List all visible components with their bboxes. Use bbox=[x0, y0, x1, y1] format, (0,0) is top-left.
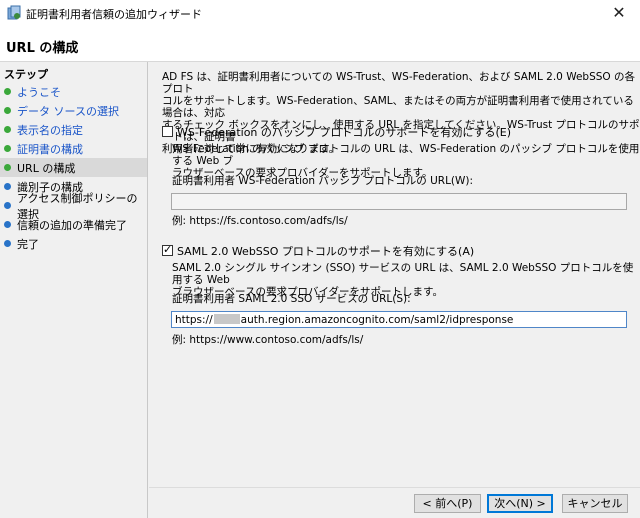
wsfed-enable-checkbox[interactable] bbox=[162, 126, 173, 137]
page-header: URL の構成 bbox=[0, 26, 640, 62]
saml-example: 例: https://www.contoso.com/adfs/ls/ bbox=[172, 334, 364, 346]
step-pending-icon bbox=[4, 221, 11, 228]
wsfed-description: WS-Federation のパッシブ プロトコルの URL は、WS-Fede… bbox=[172, 143, 640, 179]
step-complete-icon bbox=[4, 88, 11, 95]
step-finish: 完了 bbox=[0, 234, 147, 253]
step-ready-to-add: 信頼の追加の準備完了 bbox=[0, 215, 147, 234]
page-title: URL の構成 bbox=[6, 41, 79, 56]
wsfed-enable-label[interactable]: WS-Federation のパッシブ プロトコルのサポートを有効にする(E) bbox=[177, 124, 511, 140]
step-label: データ ソースの選択 bbox=[17, 104, 119, 118]
step-pending-icon bbox=[4, 202, 11, 209]
saml-description-line: SAML 2.0 シングル サインオン (SSO) サービスの URL は、SA… bbox=[172, 262, 634, 286]
wizard-button-bar: < 前へ(P) 次へ(N) > キャンセル bbox=[149, 487, 640, 518]
step-label: 表示名の指定 bbox=[17, 123, 83, 137]
step-label: 証明書の構成 bbox=[17, 142, 83, 156]
redacted-domain bbox=[213, 314, 240, 324]
step-complete-icon bbox=[4, 126, 11, 133]
step-pending-icon bbox=[4, 183, 11, 190]
step-configure-url: URL の構成 bbox=[0, 158, 147, 177]
intro-line: AD FS は、証明書利用者についての WS-Trust、WS-Federati… bbox=[162, 71, 636, 95]
wsfed-description-line: WS-Federation のパッシブ プロトコルの URL は、WS-Fede… bbox=[172, 143, 640, 167]
step-label: 完了 bbox=[17, 237, 39, 251]
step-select-data-source[interactable]: データ ソースの選択 bbox=[0, 101, 147, 120]
wsfed-url-label: 証明書利用者 WS-Federation パッシブ プロトコルの URL(W): bbox=[172, 175, 474, 187]
main-content: AD FS は、証明書利用者についての WS-Trust、WS-Federati… bbox=[149, 62, 640, 487]
close-icon[interactable]: ✕ bbox=[608, 2, 630, 24]
saml-enable-checkbox[interactable] bbox=[162, 243, 173, 256]
step-complete-icon bbox=[4, 107, 11, 114]
step-display-name[interactable]: 表示名の指定 bbox=[0, 120, 147, 139]
wsfed-example: 例: https://fs.contoso.com/adfs/ls/ bbox=[172, 215, 348, 227]
wsfed-url-input[interactable] bbox=[171, 193, 627, 210]
step-label: 信頼の追加の準備完了 bbox=[17, 218, 127, 232]
cancel-button[interactable]: キャンセル bbox=[562, 494, 628, 513]
back-button[interactable]: < 前へ(P) bbox=[414, 494, 481, 513]
steps-panel: ステップ ようこそ データ ソースの選択 表示名の指定 証明書の構成 URL の… bbox=[0, 62, 148, 518]
saml-url-label: 証明書利用者 SAML 2.0 SSO サービスの URL(S): bbox=[172, 293, 411, 305]
adfs-wizard-icon bbox=[7, 5, 21, 20]
steps-heading: ステップ bbox=[4, 68, 48, 81]
title-bar: 証明書利用者信頼の追加ウィザード ✕ bbox=[0, 0, 640, 26]
saml-url-suffix: auth.region.amazoncognito.com/saml2/idpr… bbox=[240, 314, 514, 326]
step-current-icon bbox=[4, 164, 11, 171]
step-configure-certificate[interactable]: 証明書の構成 bbox=[0, 139, 147, 158]
saml-enable-label[interactable]: SAML 2.0 WebSSO プロトコルのサポートを有効にする(A) bbox=[177, 243, 474, 259]
step-pending-icon bbox=[4, 240, 11, 247]
step-welcome[interactable]: ようこそ bbox=[0, 82, 147, 101]
intro-line: コルをサポートします。WS-Federation、SAML、またはその両方が証明… bbox=[162, 95, 634, 119]
saml-url-input[interactable]: https:// auth.region.amazoncognito.com/sa… bbox=[171, 311, 627, 328]
step-access-control-policy: アクセス制御ポリシーの選択 bbox=[0, 192, 147, 221]
step-complete-icon bbox=[4, 145, 11, 152]
saml-url-prefix: https:// bbox=[175, 314, 213, 326]
next-button[interactable]: 次へ(N) > bbox=[487, 494, 553, 513]
window-title: 証明書利用者信頼の追加ウィザード bbox=[26, 8, 202, 21]
step-label: URL の構成 bbox=[17, 161, 76, 175]
step-label: ようこそ bbox=[17, 85, 61, 99]
